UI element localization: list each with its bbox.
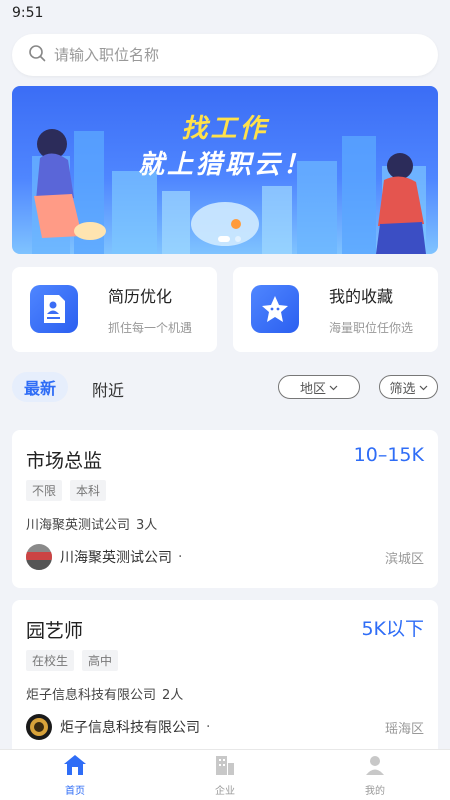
job-tag: 在校生 [26,650,75,671]
search-bar[interactable] [12,34,438,76]
job-district: 滨城区 [384,552,424,567]
recruiter-info: 炬子信息科技有限公司 · [26,714,210,740]
tab-latest[interactable]: 最新 [12,372,68,402]
search-icon [28,44,46,66]
nav-company[interactable]: 企业 [150,750,300,800]
job-card[interactable]: 园艺师 5K以下 在校生 高中 炬子信息科技有限公司 2人 炬子信息科技有限公司 … [12,600,438,758]
filter-dropdown[interactable]: 筛选 [379,375,438,399]
feature-title: 我的收藏 [329,287,394,306]
headcount: 2人 [162,688,184,703]
recruiter-name: 炬子信息科技有限公司 [60,720,200,736]
banner-headline: 找工作 [181,114,269,144]
separator-dot: · [206,719,211,735]
resume-icon [30,285,78,333]
job-tags: 在校生 高中 [26,650,119,671]
nav-home[interactable]: 首页 [0,750,150,800]
my-favorites-card[interactable]: 我的收藏 海量职位任你选 [233,267,438,352]
promo-banner[interactable]: 找工作 就上猎职云！ [12,86,438,254]
nav-label: 企业 [215,785,235,797]
nav-label: 首页 [65,785,85,797]
feature-title: 简历优化 [108,287,173,306]
job-tag: 本科 [70,480,107,501]
feature-subtitle: 抓住每一个机遇 [108,321,193,335]
filter-label: 筛选 [389,381,416,397]
status-bar: 9:51 [0,0,450,26]
user-icon [364,754,386,780]
recruiter-name: 川海聚英测试公司 [60,550,172,566]
company-info: 川海聚英测试公司 3人 [26,514,157,533]
nav-label: 我的 [365,785,385,797]
chevron-down-icon [419,380,428,395]
separator-dot: · [178,549,183,565]
job-filter-bar: 最新 附近 地区 筛选 [12,372,438,402]
avatar [26,544,52,570]
carousel-dot-active [218,236,230,242]
job-tag: 高中 [82,650,119,671]
carousel-indicator [218,236,241,242]
chevron-down-icon [329,380,338,395]
search-input[interactable] [54,46,414,64]
job-salary: 10–15K [353,444,424,466]
company-info: 炬子信息科技有限公司 2人 [26,684,183,703]
bottom-navigation: 首页 企业 我的 [0,749,450,800]
region-dropdown[interactable]: 地区 [278,375,360,399]
carousel-dot [235,236,241,242]
banner-subheadline: 就上猎职云！ [137,150,312,180]
company-name: 川海聚英测试公司 [26,518,131,533]
region-label: 地区 [299,381,326,397]
job-district: 瑶海区 [384,722,424,737]
job-tag: 不限 [26,480,63,501]
job-tags: 不限 本科 [26,480,107,501]
job-card[interactable]: 市场总监 10–15K 不限 本科 川海聚英测试公司 3人 川海聚英测试公司 · … [12,430,438,588]
avatar [26,714,52,740]
job-title: 园艺师 [26,620,84,642]
status-time: 9:51 [12,5,44,21]
home-icon [63,754,87,780]
job-title: 市场总监 [26,450,103,472]
feature-subtitle: 海量职位任你选 [329,321,414,335]
company-name: 炬子信息科技有限公司 [26,688,157,703]
tab-nearby[interactable]: 附近 [92,377,124,401]
job-salary: 5K以下 [361,618,424,640]
building-icon [214,754,236,780]
headcount: 3人 [136,518,158,533]
resume-optimize-card[interactable]: 简历优化 抓住每一个机遇 [12,267,217,352]
nav-profile[interactable]: 我的 [300,750,450,800]
recruiter-info: 川海聚英测试公司 · [26,544,182,570]
star-icon [251,285,299,333]
